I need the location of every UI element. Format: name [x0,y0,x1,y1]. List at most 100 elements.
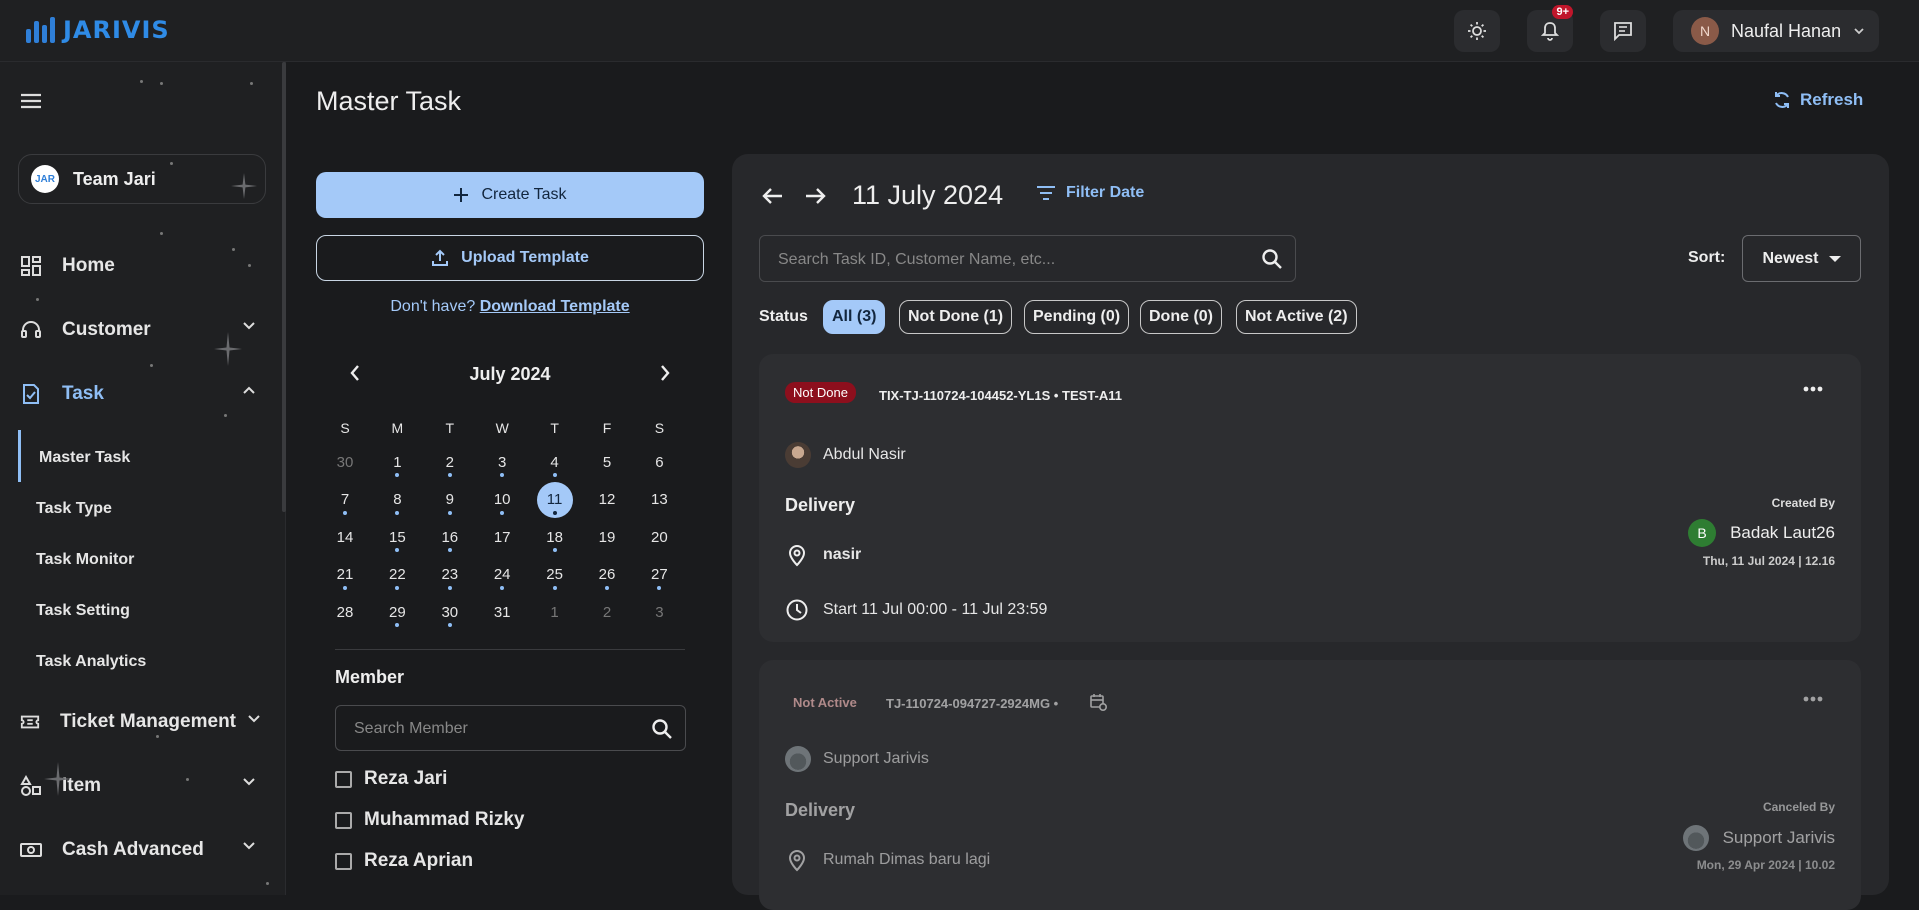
calendar-day[interactable]: 20 [641,519,677,555]
filter-date-button[interactable]: Filter Date [1036,184,1144,202]
calendar-day[interactable]: 3 [484,444,520,480]
calendar-day[interactable]: 28 [327,594,363,630]
theme-toggle-button[interactable] [1454,10,1500,52]
calendar-day[interactable]: 10 [484,482,520,518]
calendar-day[interactable]: 1 [537,594,573,630]
calendar-day[interactable]: 29 [379,594,415,630]
member-checkbox[interactable] [335,852,352,870]
calendar-day[interactable]: 17 [484,519,520,555]
sort-dropdown[interactable]: Newest [1742,235,1861,282]
calendar-day[interactable]: 4 [537,444,573,480]
calendar-day[interactable]: 22 [379,557,415,593]
chevron-down-icon [243,322,255,330]
status-chip-not-active[interactable]: Not Active (2) [1236,300,1357,334]
calendar-day[interactable]: 21 [327,557,363,593]
calendar-day[interactable]: 30 [327,444,363,480]
calendar-day[interactable]: 19 [589,519,625,555]
create-task-label: Create Task [481,186,567,203]
calendar-day[interactable]: 15 [379,519,415,555]
sidebar-subitem-task-analytics[interactable]: Task Analytics [36,653,146,671]
calendar-day-number: 10 [493,491,511,508]
sidebar-item-home[interactable]: Home [0,244,280,288]
calendar-day-number: 29 [389,603,406,621]
customer-avatar [785,746,811,772]
task-card[interactable]: Not Done TIX-TJ-110724-104452-YL1S • TES… [759,354,1861,642]
member-item[interactable]: Reza Jari [335,768,447,790]
calendar-day[interactable]: 16 [432,519,468,555]
calendar-day[interactable]: 6 [641,444,677,480]
sidebar-item-cash-advanced[interactable]: Cash Advanced [0,828,280,872]
calendar-day[interactable]: 18 [537,519,573,555]
more-options-icon[interactable] [1803,696,1823,702]
calendar-day[interactable]: 11 [536,481,573,518]
sidebar-subitem-master-task[interactable]: Master Task [39,449,130,467]
upload-icon [432,249,449,266]
user-menu-button[interactable]: N Naufal Hanan [1673,10,1879,52]
calendar-day[interactable]: 2 [589,594,625,630]
calendar-day[interactable]: 30 [432,594,468,630]
calendar-day[interactable]: 27 [641,557,677,593]
task-type: Delivery [785,495,856,515]
task-card[interactable]: Not Active TJ-110724-094727-2924MG • Sup… [759,660,1861,910]
member-checkbox[interactable] [335,811,352,829]
status-chip-all[interactable]: All (3) [823,300,886,334]
calendar-day[interactable]: 5 [589,444,625,480]
customer-avatar [785,442,811,468]
refresh-button[interactable]: Refresh [1772,90,1863,110]
calendar-day-number: 17 [493,528,511,546]
app-logo[interactable]: JARIVIS [26,16,170,44]
calendar-day[interactable]: 25 [537,557,573,593]
location-text: nasir [823,546,862,563]
more-options-icon[interactable] [1803,386,1823,392]
status-chip-done[interactable]: Done (0) [1140,300,1222,334]
task-search-input[interactable]: Search Task ID, Customer Name, etc... [759,235,1296,282]
notifications-button[interactable]: 9+ [1527,5,1573,52]
calendar-day[interactable]: 2 [432,444,468,480]
team-switcher[interactable]: JAR Team Jari [18,154,266,204]
calendar-day[interactable]: 23 [432,557,468,593]
calendar-day[interactable]: 9 [432,482,468,518]
calendar-day-number: 4 [550,453,559,471]
sidebar-subitem-task-setting[interactable]: Task Setting [36,602,130,620]
calendar-day-number: 19 [598,528,616,546]
member-checkbox[interactable] [335,770,352,788]
calendar-day[interactable]: 26 [589,557,625,593]
task-indicator-dot [395,585,400,590]
calendar-day[interactable]: 24 [484,557,520,593]
status-chip-pending[interactable]: Pending (0) [1024,300,1130,334]
messages-button[interactable] [1600,10,1646,52]
sidebar-item-item[interactable]: Item [0,764,280,808]
sidebar-scrollbar[interactable] [282,62,286,512]
download-template-link[interactable]: Download Template [480,298,630,315]
create-task-button[interactable]: Create Task [316,172,704,218]
member-item[interactable]: Reza Aprian [335,850,473,872]
chevron-right-icon[interactable] [659,364,671,382]
sidebar-subitem-task-type[interactable]: Task Type [36,500,112,518]
calendar-day[interactable]: 8 [379,482,415,518]
calendar-day[interactable]: 12 [589,482,625,518]
calendar-day[interactable]: 31 [484,594,520,630]
sort-label: Sort: [1688,249,1726,266]
status-chip-not-done[interactable]: Not Done (1) [899,300,1013,334]
arrow-left-icon[interactable] [762,187,784,205]
upload-template-button[interactable]: Upload Template [316,235,704,281]
sidebar-item-task[interactable]: Task [0,372,280,416]
customer-name: Abdul Nasir [823,446,906,463]
sidebar-item-ticket-management[interactable]: Ticket Management [0,700,236,744]
arrow-right-icon[interactable] [804,187,826,205]
task-indicator-dot [657,585,662,590]
ticket-icon [20,715,40,729]
member-search-input[interactable]: Search Member [335,705,686,751]
task-indicator-dot [447,548,452,552]
sidebar-subitem-task-monitor[interactable]: Task Monitor [36,551,134,569]
calendar-day[interactable]: 14 [327,519,363,555]
menu-toggle-icon[interactable] [20,92,42,110]
customer-row: Support Jarivis [785,746,929,772]
calendar-day[interactable]: 1 [379,444,415,480]
task-search-placeholder: Search Task ID, Customer Name, etc... [778,251,1056,268]
sidebar-item-label: Home [62,255,115,276]
calendar-day[interactable]: 3 [641,594,677,630]
calendar-day[interactable]: 13 [641,482,677,518]
member-item[interactable]: Muhammad Rizky [335,809,524,831]
calendar-day[interactable]: 7 [327,482,363,518]
